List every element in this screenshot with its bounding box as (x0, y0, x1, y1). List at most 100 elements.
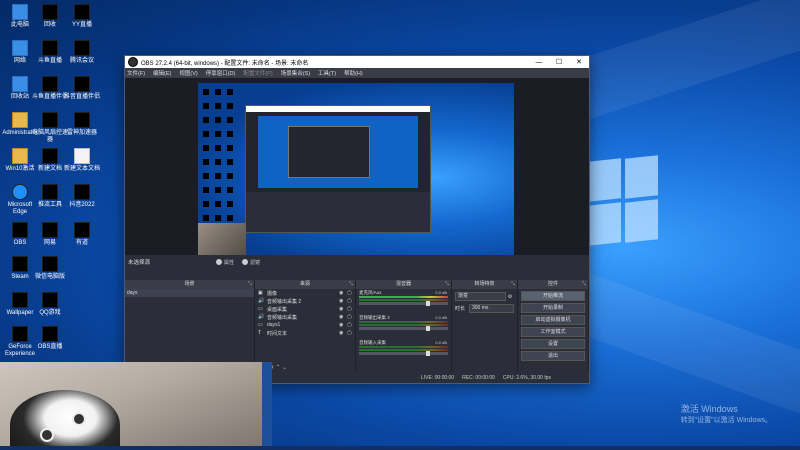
desktop-icon[interactable]: 雷神加速器 (62, 112, 102, 137)
volume-slider[interactable] (359, 301, 448, 306)
menu-bar: 文件(F) 编辑(E) 视图(V) 停靠窗口(D) 配置文件(P) 场景集合(S… (125, 68, 589, 78)
lock-icon[interactable]: ▢ (347, 314, 355, 320)
source-item[interactable]: T 时间文本 ◉ ▢ (255, 329, 355, 337)
gear-icon (216, 259, 222, 265)
source-toolbar: 未选择源 属性 滤镜 (125, 255, 589, 269)
eye-icon[interactable]: ◉ (339, 314, 347, 320)
app-icon (74, 112, 90, 128)
eye-icon[interactable]: ◉ (339, 330, 347, 336)
source-item[interactable]: ▣ 摄像 ◉ ▢ (255, 289, 355, 297)
desktop-icon[interactable]: YY直播 (62, 4, 102, 29)
minimize-icon[interactable]: — (529, 59, 549, 66)
preview-canvas (198, 83, 514, 255)
obs-titlebar[interactable]: OBS 27.2.4 (64-bit, windows) - 配置文件: 未命名… (125, 56, 589, 68)
volume-meter (359, 296, 448, 298)
menu-scene-collection[interactable]: 场景集合(S) (281, 69, 310, 77)
arrow-down-icon[interactable]: ⌄ (282, 365, 287, 371)
desktop-icon[interactable]: 抖音直播伴侣 (62, 76, 102, 101)
gear-icon[interactable]: ⚙ (506, 294, 514, 300)
desktop-icon[interactable]: OBS直播 (30, 326, 70, 351)
app-icon (12, 222, 28, 238)
app-icon (42, 76, 58, 92)
volume-meter (359, 321, 448, 323)
menu-help[interactable]: 帮助(H) (344, 69, 363, 77)
volume-meter (359, 324, 448, 326)
scenes-dock: 场景 days + (125, 280, 254, 372)
close-icon[interactable]: ✕ (569, 58, 589, 66)
start-virtual-camera-button[interactable]: 启动虚拟摄像机 (521, 315, 585, 325)
properties-button[interactable]: 属性 (216, 259, 234, 266)
transitions-dock-title: 转场特效 (452, 280, 517, 289)
browser-icon (12, 184, 28, 200)
app-icon (42, 184, 58, 200)
app-icon (74, 4, 90, 20)
start-streaming-button[interactable]: 开始推流 (521, 291, 585, 301)
document-icon (74, 148, 90, 164)
desktop-icon[interactable]: 抖音2022 (62, 184, 102, 209)
dog-image (10, 390, 120, 450)
source-item[interactable]: 🔊 音频输出采集 ◉ ▢ (255, 313, 355, 321)
windows-logo (588, 155, 660, 246)
app-icon (12, 292, 28, 308)
preview-area[interactable] (125, 78, 589, 255)
app-icon (42, 148, 58, 164)
lock-icon[interactable]: ▢ (347, 290, 355, 296)
desktop-icon[interactable]: 微信电脑版 (30, 256, 70, 281)
text-icon: T (258, 330, 262, 336)
exit-button[interactable]: 退出 (521, 351, 585, 361)
app-icon (42, 4, 58, 20)
rec-timer: REC: 00:00:00 (462, 374, 495, 381)
controls-dock-title: 控件 (518, 280, 588, 289)
desktop-icon[interactable]: 新建文本文档 (62, 148, 102, 173)
studio-mode-button[interactable]: 工作室模式 (521, 327, 585, 337)
eye-icon[interactable]: ◉ (339, 290, 347, 296)
filters-button[interactable]: 滤镜 (242, 259, 260, 266)
start-recording-button[interactable]: 开始录制 (521, 303, 585, 313)
duration-label: 时长 (455, 306, 466, 312)
filter-icon (242, 259, 249, 265)
volume-slider[interactable] (359, 351, 448, 356)
lock-icon[interactable]: ▢ (347, 330, 355, 336)
lock-icon[interactable]: ▢ (347, 298, 355, 304)
settings-button[interactable]: 设置 (521, 339, 585, 349)
nested-obs-window (245, 105, 431, 233)
eye-icon[interactable]: ◉ (339, 322, 347, 328)
menu-edit[interactable]: 编辑(E) (153, 69, 171, 77)
arrow-up-icon[interactable]: ⌃ (275, 365, 280, 371)
source-item[interactable]: ▭ 桌面采集 ◉ ▢ (255, 305, 355, 313)
maximize-icon[interactable]: ☐ (549, 58, 569, 66)
menu-file[interactable]: 文件(F) (127, 69, 145, 77)
window-title: OBS 27.2.4 (64-bit, windows) - 配置文件: 未命名… (141, 60, 309, 67)
menu-view[interactable]: 视图(V) (179, 69, 197, 77)
mixer-track: 麦克风/Aux 0.0 dB (356, 289, 451, 306)
menu-tools[interactable]: 工具(T) (318, 69, 336, 77)
desktop-icon[interactable]: 有道 (62, 222, 102, 247)
menu-profile[interactable]: 配置文件(P) (243, 69, 272, 77)
taskbar (0, 446, 800, 450)
lock-icon[interactable]: ▢ (347, 306, 355, 312)
source-item[interactable]: ▭ days1 ◉ ▢ (255, 321, 355, 329)
speaker-icon: 🔊 (258, 298, 265, 304)
eye-icon[interactable]: ◉ (339, 306, 347, 312)
app-icon (12, 148, 28, 164)
app-icon (42, 326, 58, 342)
display-icon: ▭ (258, 306, 263, 312)
transitions-dock: 转场特效 渐变 ⚙ 时长 300 ms (452, 280, 517, 372)
mixer-dock: 混音器 麦克风/Aux 0.0 dB 音频输出采集 2 0.0 dB (356, 280, 451, 372)
volume-slider[interactable] (359, 326, 448, 331)
desktop-icon[interactable]: QQ游戏 (30, 292, 70, 317)
menu-docks[interactable]: 停靠窗口(D) (206, 69, 236, 77)
eye-icon[interactable]: ◉ (339, 298, 347, 304)
network-icon (12, 40, 28, 56)
obs-app-icon (128, 57, 138, 67)
scene-item[interactable]: days (125, 289, 254, 297)
scenes-dock-title: 场景 (125, 280, 254, 289)
user-folder-icon (12, 112, 28, 128)
source-item[interactable]: 🔊 音频输出采集 2 ◉ ▢ (255, 297, 355, 305)
app-icon (42, 112, 58, 128)
desktop-icon[interactable]: 腾讯会议 (62, 40, 102, 65)
duration-input[interactable]: 300 ms (469, 304, 514, 313)
app-icon (74, 184, 90, 200)
transition-select[interactable]: 渐变 (455, 292, 506, 301)
lock-icon[interactable]: ▢ (347, 322, 355, 328)
